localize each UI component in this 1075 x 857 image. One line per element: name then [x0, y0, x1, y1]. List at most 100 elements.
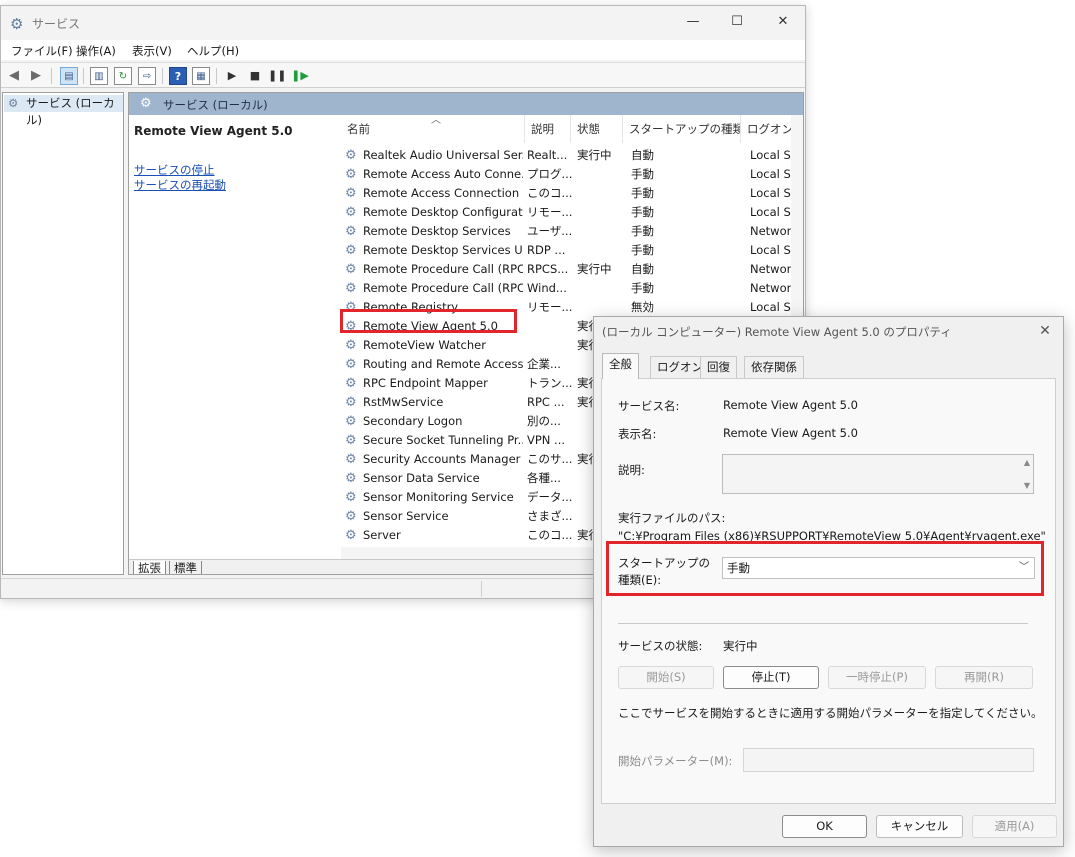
service-description: ユーザ... — [527, 224, 573, 238]
tab-dependencies[interactable]: 依存関係 — [744, 356, 804, 378]
service-gear-icon: ⚙ — [345, 452, 357, 467]
table-row[interactable]: ⚙ Remote Desktop Configurati... リモー... 手動 Lo… — [341, 203, 803, 222]
service-name: Sensor Service — [363, 509, 449, 523]
column-header-description[interactable]: 説明 — [525, 115, 571, 143]
ok-button[interactable]: OK — [782, 815, 867, 838]
table-row[interactable]: ⚙ Remote Desktop Services ユーザ... 手動 Networ — [341, 222, 803, 241]
resume-button[interactable]: 再開(R) — [935, 666, 1033, 689]
properties-icon[interactable]: ▥ — [90, 67, 108, 85]
back-arrow-icon[interactable]: ◀ — [5, 67, 23, 85]
restart-service-link[interactable]: サービスの再起動 — [134, 177, 226, 193]
service-gear-icon: ⚙ — [345, 205, 357, 220]
tab-standard[interactable]: 標準 — [169, 561, 202, 574]
service-name: Remote Desktop Services Us... — [363, 243, 523, 257]
service-startup-type: 手動 — [631, 224, 654, 238]
close-button[interactable]: ✕ — [763, 11, 803, 33]
start-service-icon[interactable]: ▶ — [223, 67, 241, 85]
dialog-title: (ローカル コンピューター) Remote View Agent 5.0 のプロ… — [602, 325, 952, 339]
service-name: RstMwService — [363, 395, 444, 409]
stop-service-link[interactable]: サービスの停止 — [134, 162, 215, 178]
column-header-startup-type[interactable]: スタートアップの種類 — [623, 115, 741, 143]
service-name: Realtek Audio Universal Ser... — [363, 148, 523, 162]
tab-general[interactable]: 全般 — [602, 353, 639, 379]
start-params-input[interactable] — [743, 748, 1034, 772]
service-gear-icon: ⚙ — [345, 395, 357, 410]
minimize-button[interactable]: — — [673, 11, 713, 33]
console-tree-icon[interactable]: ▤ — [60, 67, 78, 85]
service-gear-icon: ⚙ — [345, 148, 357, 163]
gear-icon: ⚙ — [8, 96, 19, 110]
table-row[interactable]: ⚙ Remote Access Connection ... このコ... 手動 Loc… — [341, 184, 803, 203]
table-row[interactable]: ⚙ Remote Procedure Call (RPC... Wind... 手動 N… — [341, 279, 803, 298]
window-title: サービス — [32, 17, 81, 31]
service-description: 各種... — [527, 471, 561, 485]
service-gear-icon: ⚙ — [345, 376, 357, 391]
table-row[interactable]: ⚙ Remote Desktop Services Us... RDP ... 手動 L… — [341, 241, 803, 260]
menu-action[interactable]: 操作(A) — [76, 43, 116, 59]
service-description: リモー... — [527, 205, 573, 219]
service-gear-icon: ⚙ — [345, 338, 357, 353]
table-row[interactable]: ⚙ Realtek Audio Universal Ser... Realt... 実… — [341, 146, 803, 165]
display-name-value: Remote View Agent 5.0 — [723, 426, 858, 440]
start-params-hint: ここでサービスを開始するときに適用する開始パラメーターを指定してください。 — [618, 706, 1043, 720]
service-name-value: Remote View Agent 5.0 — [723, 398, 858, 412]
service-name: Sensor Data Service — [363, 471, 480, 485]
scroll-down-icon[interactable]: ▼ — [1024, 481, 1030, 490]
dialog-close-icon[interactable]: ✕ — [1035, 321, 1055, 341]
service-name: Routing and Remote Access — [363, 357, 523, 371]
service-gear-icon: ⚙ — [345, 471, 357, 486]
service-description: 別の... — [527, 414, 561, 428]
service-description: VPN ... — [527, 433, 566, 447]
highlight-startup-type — [606, 541, 1044, 596]
service-status: 実行中 — [577, 148, 612, 162]
divider — [618, 623, 1028, 624]
menu-view[interactable]: 表示(V) — [132, 43, 172, 59]
service-startup-type: 自動 — [631, 262, 654, 276]
display-name-label: 表示名: — [618, 427, 657, 441]
stop-service-icon[interactable]: ■ — [246, 67, 264, 85]
menu-file[interactable]: ファイル(F) — [11, 43, 73, 59]
exe-path-label: 実行ファイルのパス: — [618, 511, 726, 525]
refresh-icon[interactable]: ↻ — [114, 67, 132, 85]
service-name: RPC Endpoint Mapper — [363, 376, 488, 390]
service-description: RPCS... — [527, 262, 569, 276]
table-row[interactable]: ⚙ Remote Access Auto Conne... プログ... 手動 Loca… — [341, 165, 803, 184]
service-name: Security Accounts Manager — [363, 452, 521, 466]
menu-bar: ファイル(F) 操作(A) 表示(V) ヘルプ(H) — [1, 40, 805, 60]
service-name: Server — [363, 528, 401, 542]
pause-button[interactable]: 一時停止(P) — [828, 666, 926, 689]
service-name: Secure Socket Tunneling Pr... — [363, 433, 523, 447]
description-box[interactable]: ▲ ▼ — [722, 454, 1034, 494]
scroll-up-icon[interactable]: ▲ — [1024, 458, 1030, 467]
menu-help[interactable]: ヘルプ(H) — [187, 43, 239, 59]
column-header-status[interactable]: 状態 — [571, 115, 623, 143]
apply-button[interactable]: 適用(A) — [972, 815, 1057, 838]
forward-arrow-icon[interactable]: ▶ — [27, 67, 45, 85]
service-description: Realt... — [527, 148, 568, 162]
tab-extended[interactable]: 拡張 — [133, 561, 166, 574]
toolbar: ◀ ▶ ▤ ▥ ↻ ⇨ ? ▦ ▶ ■ ❚❚ ❚▶ — [1, 62, 805, 88]
start-params-label: 開始パラメーター(M): — [618, 754, 733, 768]
help-icon[interactable]: ? — [169, 67, 187, 85]
show-hide-action-pane-icon[interactable]: ▦ — [192, 67, 210, 85]
service-gear-icon: ⚙ — [345, 528, 357, 543]
service-gear-icon: ⚙ — [345, 262, 357, 277]
resume-service-icon[interactable]: ❚▶ — [291, 67, 309, 85]
service-name: Remote Desktop Configurati... — [363, 205, 523, 219]
service-description: このコ... — [527, 528, 573, 542]
maximize-button[interactable]: ☐ — [717, 11, 757, 33]
service-name: Remote Procedure Call (RPC) — [363, 262, 523, 276]
service-startup-type: 手動 — [631, 205, 654, 219]
start-button[interactable]: 開始(S) — [618, 666, 714, 689]
tree-item-services-local[interactable]: ⚙ サービス (ローカル) — [4, 95, 123, 127]
export-list-icon[interactable]: ⇨ — [138, 67, 156, 85]
pause-service-icon[interactable]: ❚❚ — [268, 67, 286, 85]
service-description: RPC ... — [527, 395, 565, 409]
service-name: Sensor Monitoring Service — [363, 490, 514, 504]
services-gear-icon: ⚙ — [10, 15, 24, 33]
column-header-name[interactable]: ︿ 名前 — [341, 115, 525, 143]
cancel-button[interactable]: キャンセル — [876, 815, 963, 838]
stop-button[interactable]: 停止(T) — [723, 666, 819, 689]
tab-recovery[interactable]: 回復 — [700, 356, 737, 378]
table-row[interactable]: ⚙ Remote Procedure Call (RPC) RPCS... 実行中 自動… — [341, 260, 803, 279]
